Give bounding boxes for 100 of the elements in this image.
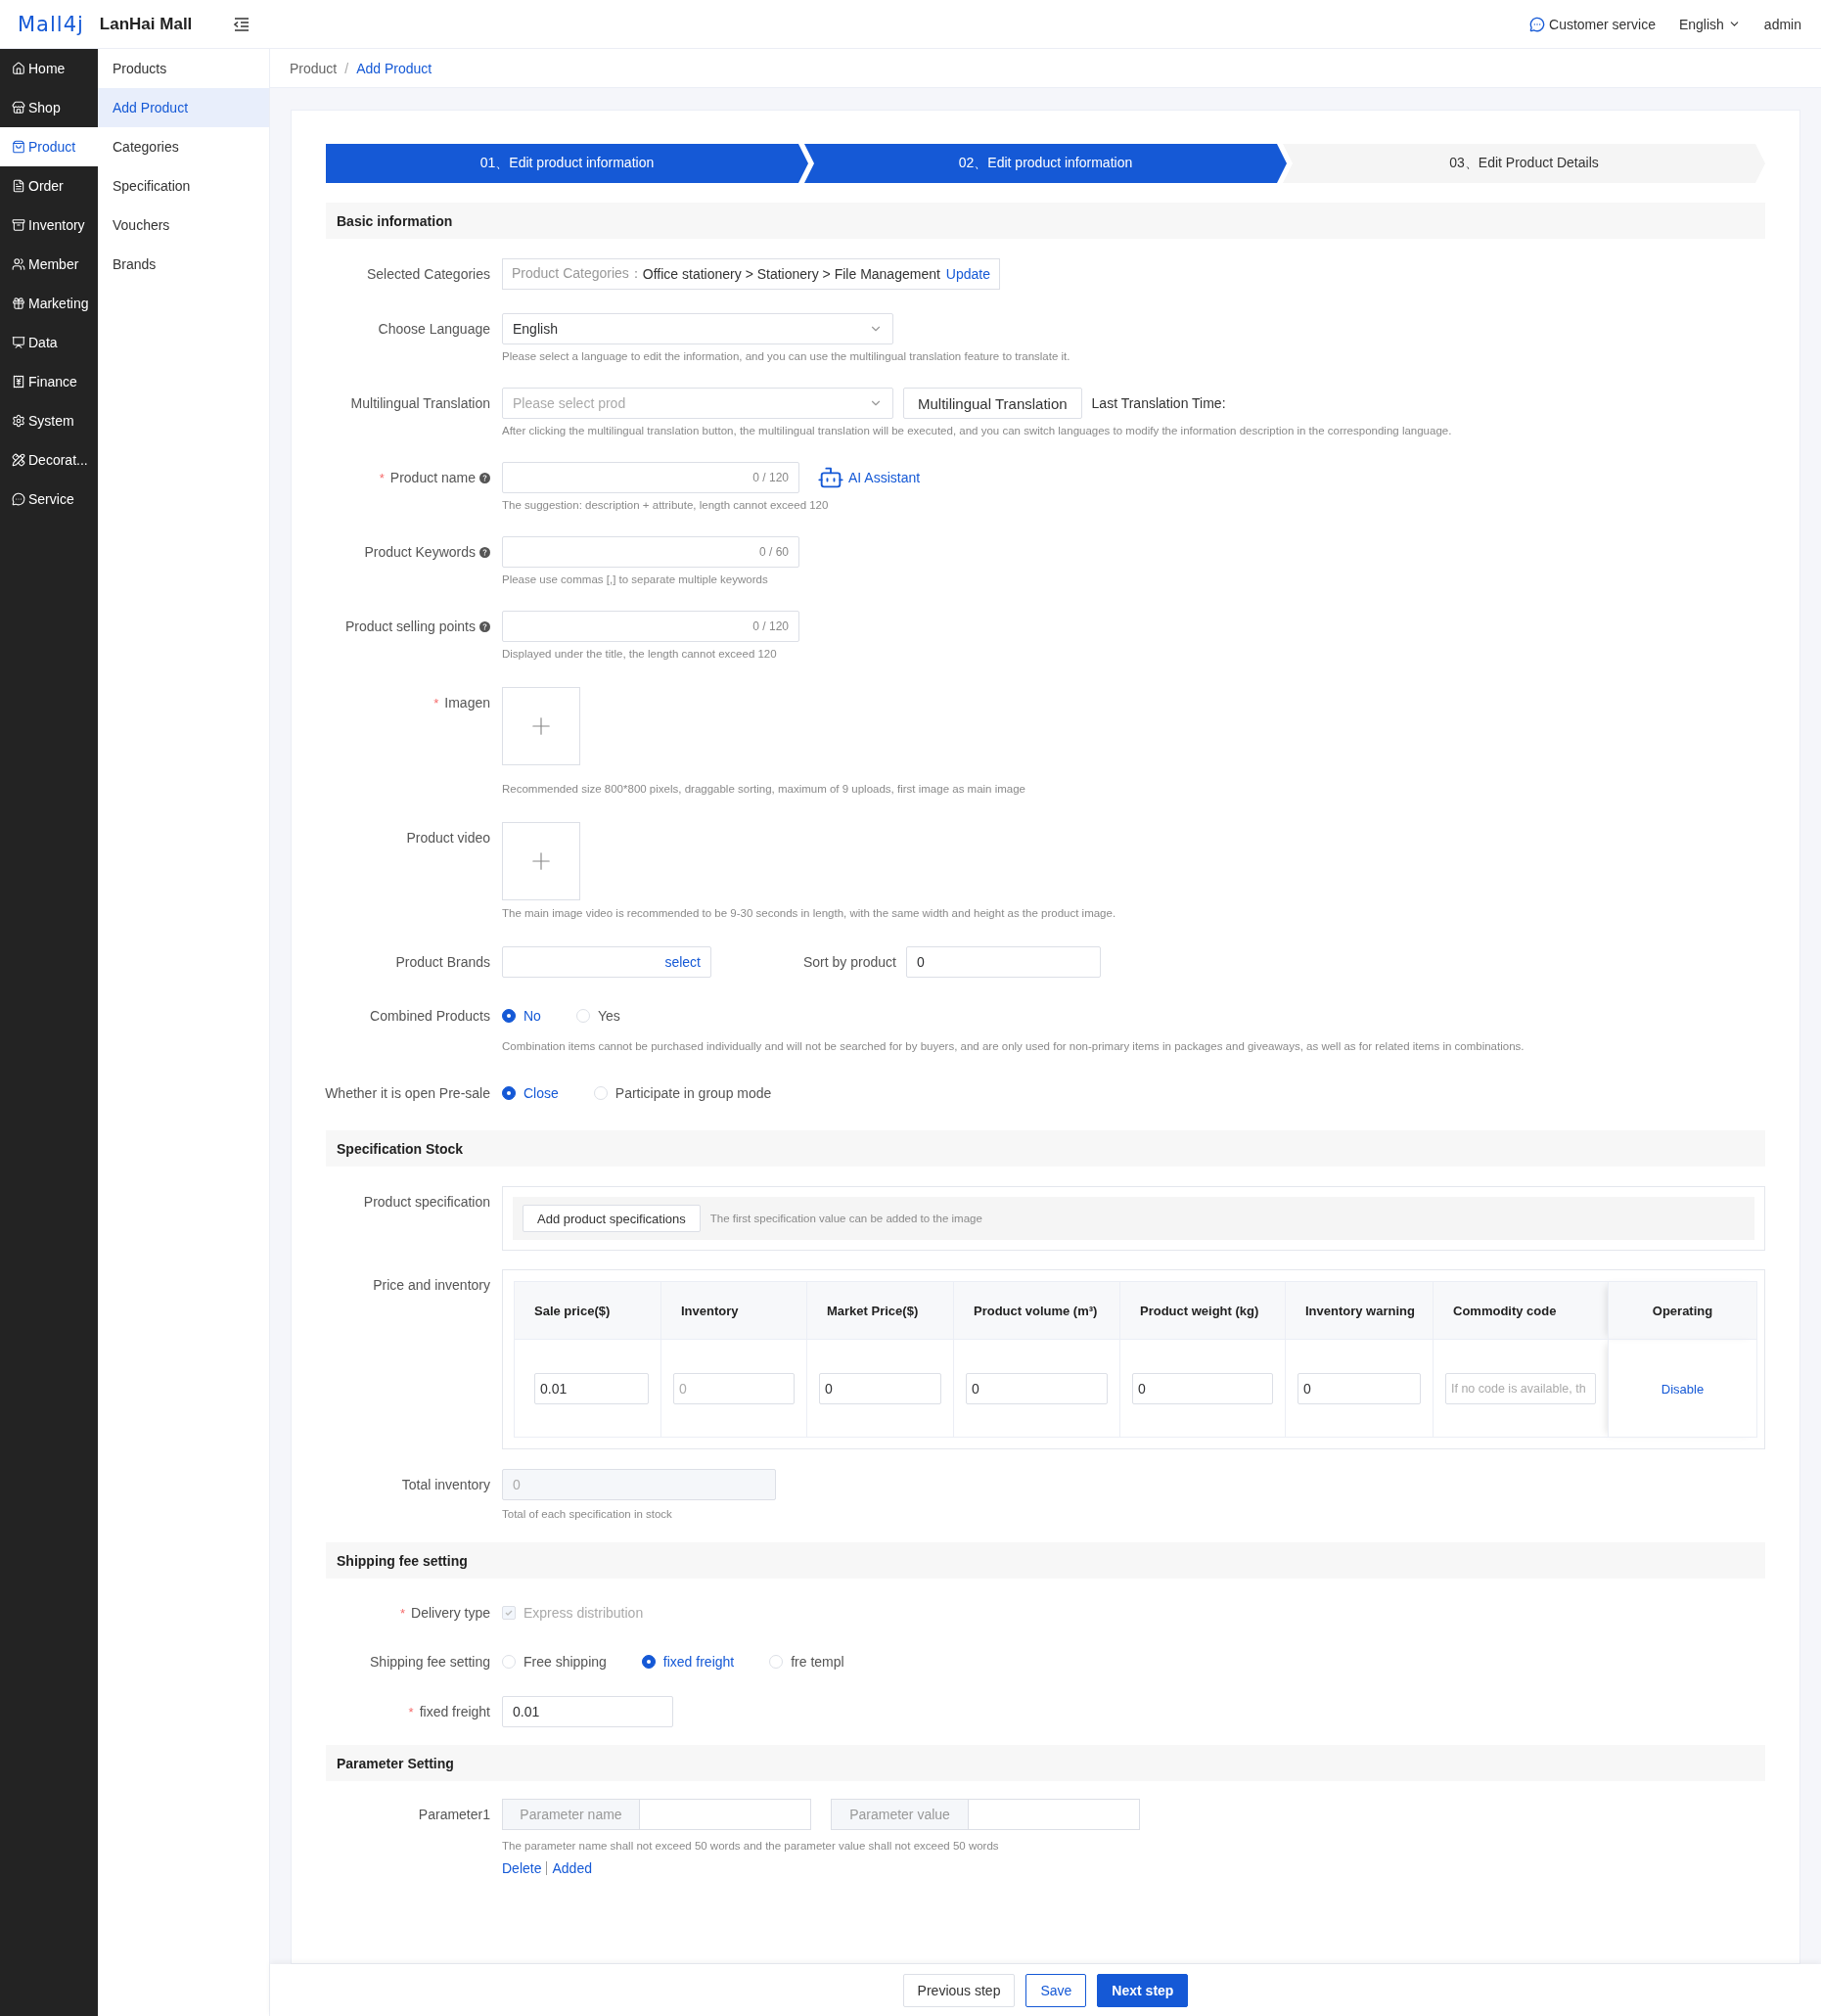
footer-button[interactable]: Save	[1025, 1973, 1087, 2007]
user-menu[interactable]: admin	[1763, 16, 1801, 32]
customer-service-link[interactable]: Customer service	[1529, 16, 1656, 32]
radio-option[interactable]: No	[502, 1008, 541, 1024]
document-icon	[12, 179, 25, 193]
character-counter: 0 / 120	[752, 619, 789, 633]
required-mark: *	[379, 470, 385, 485]
field-label: Product specification	[363, 1194, 490, 1210]
chat-icon	[12, 492, 25, 506]
table-input[interactable]: If no code is available, th	[1445, 1372, 1596, 1404]
hint-text: Displayed under the title, the length cannot exceed 120	[502, 647, 778, 662]
required-mark: *	[433, 695, 439, 710]
shopping-bag-icon	[12, 140, 25, 154]
action-link[interactable]: Delete	[502, 1861, 547, 1875]
field-label: Combined Products	[370, 1008, 490, 1024]
breadcrumb-item[interactable]: Add Product	[356, 60, 432, 76]
table-input[interactable]: 0	[819, 1372, 941, 1404]
column-header: Inventory	[660, 1281, 807, 1340]
radio-option[interactable]: fixed freight	[641, 1654, 735, 1670]
users-icon	[12, 257, 25, 271]
field-label: Price and inventory	[373, 1277, 490, 1293]
update-link[interactable]: Update	[945, 266, 990, 282]
radio-option[interactable]: Yes	[575, 1008, 620, 1024]
column-header: Product volume (m³)	[953, 1281, 1120, 1340]
field-label: Whether it is open Pre-sale	[325, 1085, 490, 1101]
nav-item[interactable]: Data	[0, 323, 98, 362]
radio-option[interactable]: Free shipping	[502, 1654, 607, 1670]
nav-item[interactable]: Member	[0, 245, 98, 284]
column-header: Sale price($)	[514, 1281, 661, 1340]
hint-text: Please select a language to edit the information, and you can use the multilingual translation feature to translate it.	[502, 349, 1071, 364]
field-label: fixed freight	[419, 1704, 490, 1719]
table-input[interactable]: 0	[1132, 1372, 1273, 1404]
step: 01、Edit product information	[326, 144, 808, 183]
video-upload-button[interactable]	[502, 822, 580, 900]
column-header: Market Price($)	[806, 1281, 954, 1340]
image-upload-button[interactable]	[502, 687, 580, 765]
subnav-item[interactable]: Add Product	[98, 88, 269, 127]
text-field[interactable]: 0 / 120	[502, 611, 799, 642]
table-input[interactable]: 0	[673, 1372, 795, 1404]
chat-icon	[1529, 16, 1545, 32]
language-menu[interactable]: English	[1678, 16, 1741, 32]
text-field[interactable]: 0 / 120	[502, 462, 799, 493]
sort-field[interactable]: 0	[905, 946, 1101, 978]
field-label: Product selling points	[344, 619, 476, 634]
last-translation-label: Last Translation Time:	[1091, 395, 1226, 411]
nav-item[interactable]: Shop	[0, 88, 98, 127]
hint-text: Please use commas [,] to separate multiple keywords	[502, 573, 769, 587]
table-input[interactable]: 0	[966, 1372, 1108, 1404]
field-label: Product Brands	[395, 954, 490, 970]
translate-button[interactable]: Multilingual Translation	[903, 388, 1082, 419]
field-prefix: Parameter name	[503, 1800, 640, 1829]
archive-box-icon	[12, 218, 25, 232]
required-mark: *	[400, 1605, 406, 1621]
help-icon	[479, 546, 490, 558]
field-label: Selected Categories	[366, 266, 490, 282]
action-link[interactable]: Added	[546, 1861, 597, 1875]
radio-option[interactable]: Close	[502, 1085, 559, 1101]
receipt-icon	[12, 375, 25, 389]
brand-field[interactable]: select	[502, 946, 711, 978]
app-name: LanHai Mall	[99, 14, 193, 34]
step: 02、Edit product information	[804, 144, 1287, 183]
ai-assistant-link[interactable]: AI Assistant	[817, 464, 921, 491]
settings-icon	[12, 414, 25, 428]
field-label: Parameter1	[418, 1807, 490, 1822]
nav-item[interactable]: Inventory	[0, 206, 98, 245]
add-specifications-button[interactable]: Add product specifications	[523, 1205, 701, 1232]
radio-option[interactable]: Participate in group mode	[593, 1085, 772, 1101]
footer-button[interactable]: Previous step	[902, 1973, 1016, 2007]
field-label: Product video	[406, 830, 490, 846]
disable-link[interactable]: Disable	[1661, 1381, 1705, 1397]
table-input[interactable]: 0	[1297, 1372, 1421, 1404]
text-field[interactable]: 0 / 60	[502, 536, 799, 568]
logo: Mall4j	[18, 12, 84, 36]
nav-item[interactable]: Product	[0, 127, 98, 166]
language-select[interactable]: English	[502, 313, 893, 344]
nav-item[interactable]: Finance	[0, 362, 98, 401]
table-input[interactable]: 0.01	[534, 1372, 649, 1404]
column-header: Commodity code	[1433, 1281, 1609, 1340]
hint-text: The main image video is recommended to be 9-30 seconds in length, with the same width and height as the product image.	[502, 906, 1117, 921]
field-label: Product Keywords	[364, 544, 476, 560]
radio-option[interactable]: fre templ	[769, 1654, 844, 1670]
field-label: Shipping fee setting	[370, 1654, 490, 1670]
nav-item[interactable]: Service	[0, 480, 98, 519]
house-icon	[12, 62, 25, 75]
breadcrumb-item[interactable]: Product	[290, 60, 338, 76]
column-header: Product weight (kg)	[1119, 1281, 1286, 1340]
footer-button[interactable]: Next step	[1097, 1973, 1189, 2007]
nav-item[interactable]: Decorat...	[0, 440, 98, 480]
select-link[interactable]: select	[664, 954, 701, 970]
nav-item[interactable]: System	[0, 401, 98, 440]
fixed-freight-field[interactable]: 0.01	[502, 1696, 673, 1727]
category-path: Office stationery > Stationery > File Management	[642, 266, 940, 282]
hint-text: The first specification value can be added to the image	[709, 1212, 982, 1226]
section-header: Shipping fee setting	[326, 1542, 1765, 1579]
menu-collapse-icon[interactable]	[233, 16, 251, 32]
nav-item[interactable]: Order	[0, 166, 98, 206]
nav-item[interactable]: Marketing	[0, 284, 98, 323]
nav-item[interactable]: Home	[0, 49, 98, 88]
category-prefix: Product Categories：	[512, 265, 643, 283]
section-header: Parameter Setting	[326, 1745, 1765, 1781]
